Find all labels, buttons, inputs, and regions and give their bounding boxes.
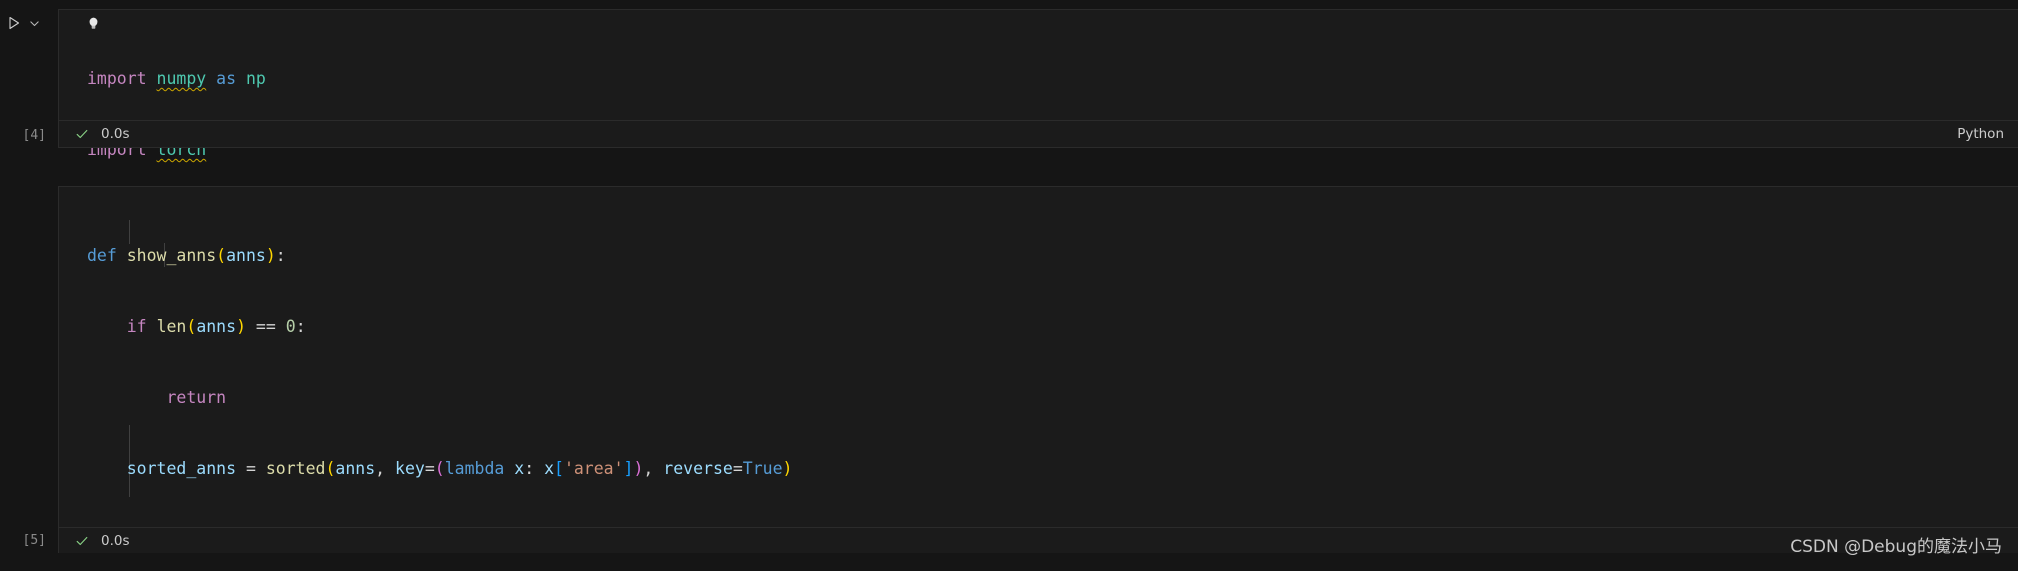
code-line: def show_anns(anns):	[87, 246, 286, 266]
code-line: return	[166, 387, 227, 407]
cell-1-runtime: 0.0s	[101, 126, 130, 142]
cell-1-bottom-divider	[58, 147, 2018, 148]
code-cell-1[interactable]: import numpy as np import torch import m…	[58, 9, 2018, 301]
cell-1-status-bar: 0.0s Python	[58, 121, 2018, 147]
cell-1-language-label[interactable]: Python	[1957, 126, 2004, 142]
code-line: sorted_anns = sorted(anns, key=(lambda x…	[126, 458, 793, 478]
code-cell-2-source[interactable]: def show_anns(anns): if len(anns) == 0: …	[87, 197, 1120, 571]
cell-2-status-bar: 0.0s	[58, 527, 2018, 553]
cell-2-runtime: 0.0s	[101, 532, 130, 549]
code-line: if len(anns) == 0:	[126, 316, 306, 336]
run-cell-button[interactable]	[6, 10, 52, 36]
lightbulb-icon[interactable]	[86, 16, 101, 31]
notebook-editor: import numpy as np import torch import m…	[0, 0, 2018, 571]
code-cell-2[interactable]: def show_anns(anns): if len(anns) == 0: …	[58, 186, 2018, 548]
code-line: import numpy as np	[87, 69, 266, 89]
watermark: CSDN @Debug的魔法小马	[1790, 537, 2002, 557]
check-icon	[76, 129, 88, 139]
chevron-down-icon[interactable]	[28, 17, 41, 30]
check-icon	[76, 536, 88, 545]
execution-count-1: [4]	[22, 128, 46, 143]
execution-count-2: [5]	[22, 533, 46, 548]
play-icon[interactable]	[6, 15, 22, 31]
